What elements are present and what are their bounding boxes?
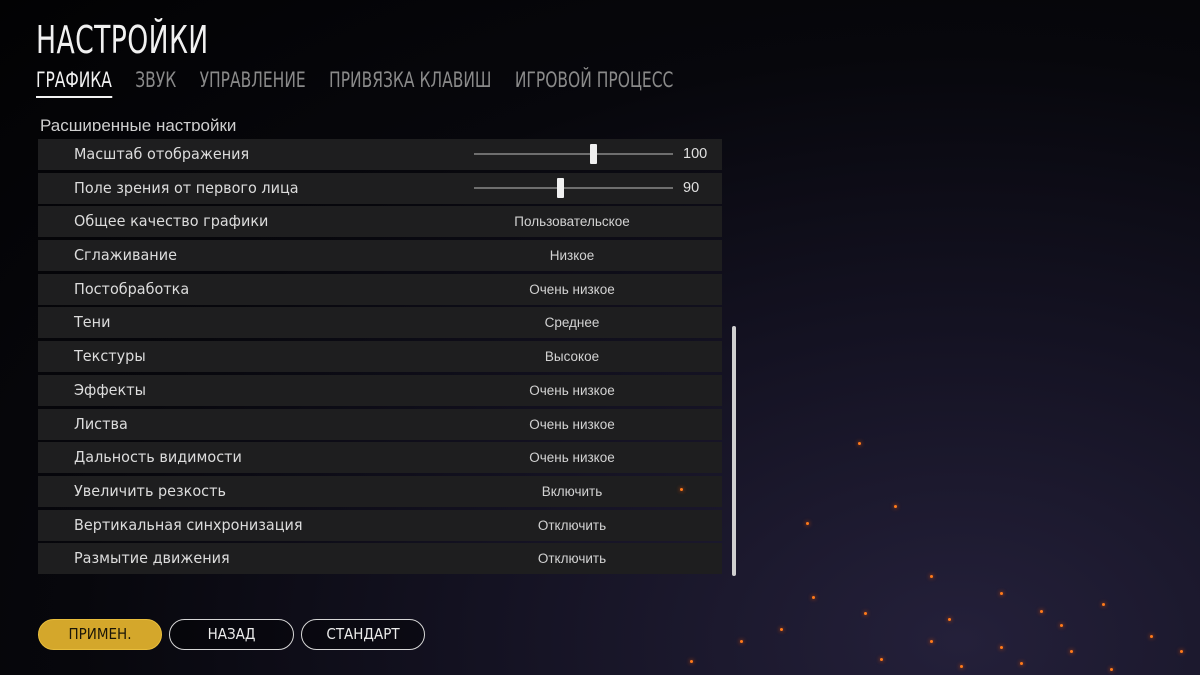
ember-spark	[780, 628, 783, 631]
ember-spark	[1180, 650, 1183, 653]
ember-spark	[948, 618, 951, 621]
setting-row-fov: Поле зрения от первого лица 90	[38, 172, 722, 204]
setting-row-overall-quality[interactable]: Общее качество графики Пользовательское	[38, 206, 722, 238]
ember-spark	[1110, 668, 1113, 671]
ember-spark	[1000, 592, 1003, 595]
setting-row-postprocessing[interactable]: Постобработка Очень низкое	[38, 273, 722, 305]
ember-spark	[858, 442, 861, 445]
ember-spark	[1020, 662, 1023, 665]
setting-row-vsync[interactable]: Вертикальная синхронизация Отключить	[38, 509, 722, 541]
ember-spark	[740, 640, 743, 643]
setting-value[interactable]: Очень низкое	[438, 442, 706, 473]
tab-keybindings[interactable]: ПРИВЯЗКА КЛАВИШ	[329, 68, 491, 96]
ember-spark	[1102, 603, 1105, 606]
setting-label: Масштаб отображения	[74, 145, 250, 163]
setting-label: Дальность видимости	[74, 448, 242, 467]
setting-value[interactable]: Включить	[438, 476, 706, 507]
setting-label: Сглаживание	[74, 246, 177, 265]
setting-value[interactable]: Отключить	[438, 510, 706, 541]
setting-label: Увеличить резкость	[74, 481, 226, 500]
apply-button[interactable]: ПРИМЕН.	[38, 619, 162, 650]
ember-spark	[1060, 624, 1063, 627]
setting-value[interactable]: Очень низкое	[438, 375, 706, 406]
back-button[interactable]: НАЗАД	[169, 619, 294, 650]
slider-thumb[interactable]	[556, 177, 564, 198]
slider-value: 90	[683, 179, 700, 196]
setting-label: Вертикальная синхронизация	[74, 515, 303, 534]
ember-spark	[690, 660, 693, 663]
setting-label: Поле зрения от первого лица	[74, 178, 299, 197]
ember-spark	[960, 665, 963, 668]
ember-spark	[806, 522, 809, 525]
slider-value: 100	[683, 146, 708, 162]
slider-thumb[interactable]	[590, 144, 598, 164]
setting-value[interactable]: Среднее	[438, 307, 706, 338]
setting-row-sharpen[interactable]: Увеличить резкость Включить	[38, 475, 722, 507]
setting-row-motion-blur[interactable]: Размытие движения Отключить	[38, 543, 722, 575]
ember-spark	[1070, 650, 1073, 653]
ember-spark	[1040, 610, 1043, 613]
display-scale-slider[interactable]	[474, 144, 673, 164]
ember-spark	[880, 658, 883, 661]
setting-row-view-distance[interactable]: Дальность видимости Очень низкое	[38, 442, 722, 474]
tab-controls[interactable]: УПРАВЛЕНИЕ	[200, 68, 306, 96]
settings-list: Масштаб отображения 100 Поле зрения от п…	[38, 139, 722, 577]
tab-gameplay[interactable]: ИГРОВОЙ ПРОЦЕСС	[515, 68, 674, 96]
setting-label: Текстуры	[74, 347, 146, 366]
setting-label: Общее качество графики	[74, 212, 269, 231]
ember-spark	[1000, 646, 1003, 649]
setting-row-antialiasing[interactable]: Сглаживание Низкое	[38, 240, 722, 272]
setting-label: Листва	[74, 414, 128, 433]
fov-slider[interactable]	[474, 177, 673, 198]
setting-row-textures[interactable]: Текстуры Высокое	[38, 341, 722, 373]
settings-scrollbar[interactable]	[732, 326, 736, 576]
ember-spark	[930, 575, 933, 578]
setting-value[interactable]: Низкое	[438, 240, 706, 271]
setting-label: Размытие движения	[74, 549, 230, 568]
ember-spark	[930, 640, 933, 643]
setting-value[interactable]: Пользовательское	[438, 206, 706, 237]
setting-label: Тени	[74, 313, 111, 332]
default-button[interactable]: СТАНДАРТ	[301, 619, 425, 650]
settings-tabs: ГРАФИКА ЗВУК УПРАВЛЕНИЕ ПРИВЯЗКА КЛАВИШ …	[36, 68, 693, 100]
setting-row-display-scale: Масштаб отображения 100	[38, 139, 722, 170]
setting-value[interactable]: Высокое	[438, 341, 706, 372]
ember-spark	[864, 612, 867, 615]
ember-spark	[812, 596, 815, 599]
section-header: Расширенные настройки	[40, 116, 237, 131]
setting-value[interactable]: Отключить	[438, 543, 706, 574]
ember-spark	[680, 488, 683, 491]
setting-row-shadows[interactable]: Тени Среднее	[38, 307, 722, 339]
ember-spark	[894, 505, 897, 508]
setting-value[interactable]: Очень низкое	[438, 274, 706, 305]
setting-label: Эффекты	[74, 380, 146, 399]
setting-row-foliage[interactable]: Листва Очень низкое	[38, 408, 722, 440]
tab-sound[interactable]: ЗВУК	[135, 68, 176, 96]
tab-graphics[interactable]: ГРАФИКА	[36, 68, 112, 98]
page-title: НАСТРОЙКИ	[36, 18, 209, 62]
setting-value[interactable]: Очень низкое	[438, 409, 706, 440]
setting-row-effects[interactable]: Эффекты Очень низкое	[38, 374, 722, 406]
setting-label: Постобработка	[74, 279, 190, 298]
ember-spark	[1150, 635, 1153, 638]
